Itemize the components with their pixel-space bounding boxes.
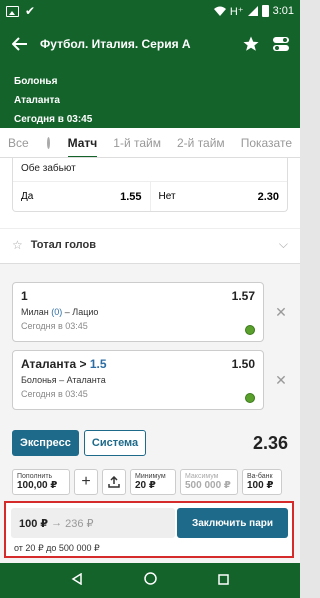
bet-event: Милан (0) – Лацио (21, 307, 99, 317)
market-tabs: Все Матч 1-й тайм 2-й тайм Показате (0, 128, 300, 158)
team-home: Болонья (14, 76, 58, 87)
status-bar: ✔ H⁺ 3:01 (0, 0, 300, 22)
odds-value: 1.55 (120, 190, 142, 203)
check-notification-icon: ✔ (25, 4, 36, 18)
bet-event: Болонья – Аталанта (21, 375, 106, 385)
total-coefficient: 2.36 (252, 432, 288, 453)
express-button[interactable]: Экспресс (12, 430, 79, 456)
markets-list: Обе забьют Да 1.55 Нет 2.30 ☆ Тотал голо… (0, 158, 300, 263)
market-both-score: Обе забьют Да 1.55 Нет 2.30 (12, 158, 288, 212)
image-notification-icon (6, 5, 19, 17)
min-stake-chip[interactable]: Минимум 20 ₽ (130, 469, 176, 495)
bet-odds: 1.57 (231, 289, 255, 303)
bet-selection: 1 (21, 289, 28, 303)
stake-input[interactable]: 100 ₽ → 236 ₽ (11, 508, 175, 538)
battery-icon (261, 5, 269, 17)
bet-odds: 1.50 (231, 357, 255, 371)
nav-home-icon[interactable] (144, 571, 157, 590)
wifi-icon (213, 6, 226, 16)
tab-stats[interactable]: Показате (233, 128, 300, 157)
bet-slip: 1 1.57 Милан (0) – Лацио Сегодня в 03:45… (0, 263, 300, 563)
tab-match[interactable]: Матч (60, 128, 106, 157)
nav-recents-icon[interactable] (218, 572, 230, 590)
odds-label: Нет (158, 191, 176, 202)
odds-no[interactable]: Нет 2.30 (149, 182, 288, 211)
vabank-chip[interactable]: Ва-банк 100 ₽ (242, 469, 282, 495)
bet-selection: Аталанта > 1.5 (21, 357, 107, 371)
tab-first-half[interactable]: 1-й тайм (105, 128, 169, 157)
page-title: Футбол. Италия. Серия А (40, 37, 191, 51)
tab-second-half[interactable]: 2-й тайм (169, 128, 233, 157)
odds-label: Да (21, 191, 34, 202)
android-nav-bar (0, 563, 300, 598)
place-bet-button[interactable]: Заключить пари (177, 508, 288, 538)
chevron-down-icon: ⌵ (278, 237, 288, 251)
bet-item[interactable]: 1 1.57 Милан (0) – Лацио Сегодня в 03:45 (12, 282, 264, 342)
bet-time: Сегодня в 03:45 (21, 389, 88, 399)
remove-bet-button[interactable]: ✕ (270, 282, 292, 342)
signal-icon (247, 6, 258, 16)
stake-limits: от 20 ₽ до 500 000 ₽ (14, 543, 100, 553)
market-title: Обе забьют (13, 158, 287, 182)
bet-time: Сегодня в 03:45 (21, 321, 88, 331)
market-total-goals[interactable]: ☆ Тотал голов ⌵ (0, 228, 300, 260)
team-away: Аталанта (14, 95, 60, 106)
system-button[interactable]: Система (83, 430, 147, 456)
soccer-ball-icon[interactable] (46, 136, 50, 149)
settings-toggle-icon[interactable] (266, 35, 296, 53)
bet-type-row: Экспресс Система 2.36 (12, 429, 288, 457)
share-icon[interactable] (102, 469, 126, 495)
clock: 3:01 (272, 5, 294, 17)
match-info: Болонья Аталанта Сегодня в 03:45 (0, 66, 300, 128)
nav-back-icon[interactable] (71, 572, 83, 590)
plus-icon[interactable]: + (74, 469, 98, 495)
odds-yes[interactable]: Да 1.55 (13, 182, 150, 211)
network-type: H⁺ (229, 5, 244, 18)
bet-item[interactable]: Аталанта > 1.5 1.50 Болонья – Аталанта С… (12, 350, 264, 410)
match-time: Сегодня в 03:45 (14, 114, 93, 125)
max-stake-chip[interactable]: Максимум 500 000 ₽ (180, 469, 238, 495)
live-ball-icon (245, 325, 255, 335)
live-ball-icon (245, 393, 255, 403)
tab-all[interactable]: Все (0, 128, 37, 157)
market-label: Тотал голов (30, 238, 96, 251)
topup-chip[interactable]: Пополнить 100,00 ₽ (12, 469, 70, 495)
quick-stake-row: Пополнить 100,00 ₽ + Минимум 20 ₽ Максим… (12, 469, 288, 495)
remove-bet-button[interactable]: ✕ (270, 350, 292, 410)
app-header: Футбол. Италия. Серия А (0, 22, 300, 66)
odds-value: 2.30 (257, 190, 279, 203)
star-outline-icon[interactable]: ☆ (12, 238, 23, 252)
back-arrow-icon[interactable] (0, 37, 40, 51)
favorite-star-icon[interactable] (236, 35, 266, 53)
stake-panel: 100 ₽ → 236 ₽ Заключить пари от 20 ₽ до … (4, 501, 294, 558)
